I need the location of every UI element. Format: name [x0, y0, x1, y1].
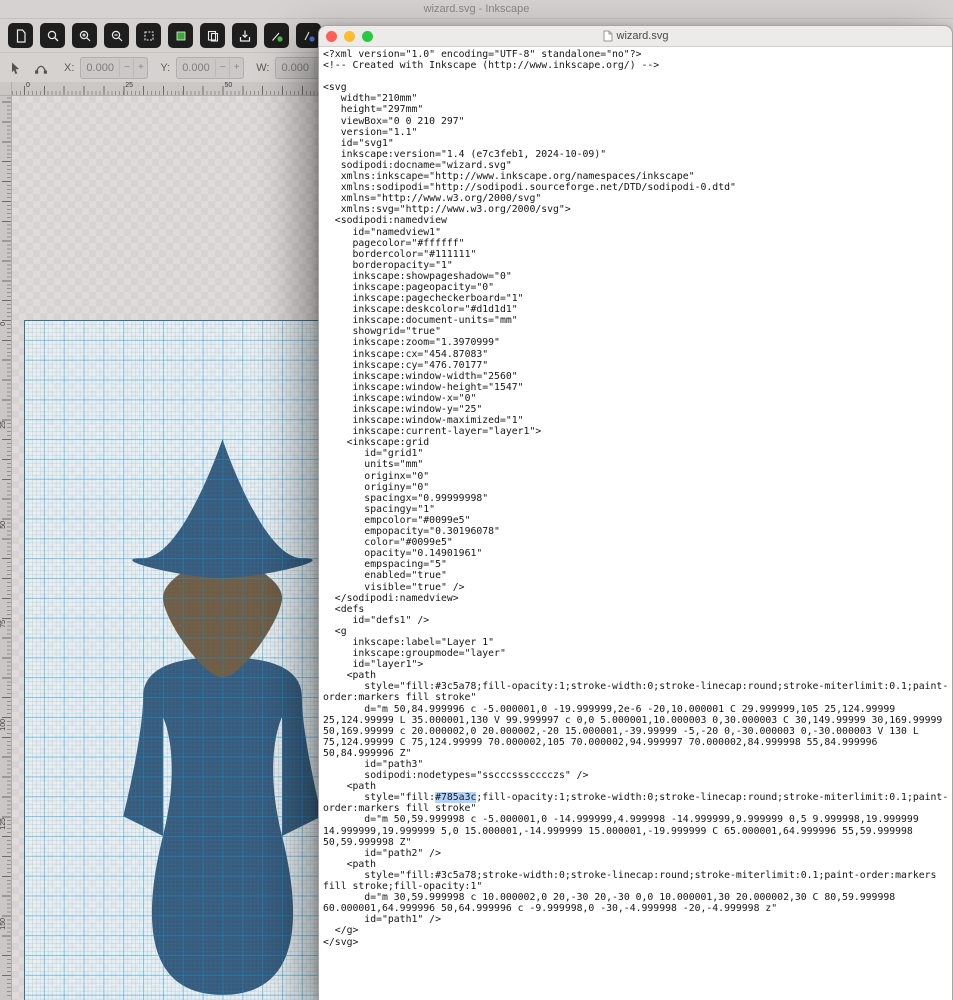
inkscape-window-title: wizard.svg - Inkscape [423, 3, 530, 15]
node-editor-icon[interactable] [32, 58, 52, 78]
wizard-robe[interactable] [123, 657, 322, 995]
new-document-icon[interactable] [8, 23, 33, 48]
editor-title-text: wizard.svg [616, 30, 669, 42]
minimize-button[interactable] [344, 30, 355, 42]
document-icon [603, 30, 613, 42]
paste-icon[interactable] [232, 23, 257, 48]
y-input[interactable]: 0.000 − + [176, 56, 245, 79]
x-decrement-button[interactable]: − [119, 58, 133, 77]
inkscape-window: wizard.svg - Inkscape X: 0.000 − + Y: 0.… [0, 0, 953, 1000]
crop-icon[interactable] [136, 23, 161, 48]
editor-body[interactable]: <?xml version="1.0" encoding="UTF-8" sta… [319, 47, 952, 1000]
snap-icon[interactable] [264, 23, 289, 48]
ruler-v-label: 50 [0, 520, 7, 529]
zoom-window-button[interactable] [362, 30, 373, 42]
x-input[interactable]: 0.000 − + [80, 56, 149, 79]
zoom-in-icon[interactable] [72, 23, 97, 48]
ruler-v-label: 100 [0, 719, 7, 731]
w-label: W: [256, 61, 270, 74]
ruler-h-label: 50 [224, 82, 233, 89]
zoom-out-icon[interactable] [104, 23, 129, 48]
ruler-h-label: 0 [26, 82, 30, 89]
w-value: 0.000 [281, 61, 309, 74]
duplicate-icon[interactable] [200, 23, 225, 48]
selector-cursor-icon[interactable] [6, 58, 26, 78]
wizard-hat[interactable] [132, 439, 313, 579]
text-editor-window: wizard.svg <?xml version="1.0" encoding=… [318, 25, 953, 1000]
ruler-v-label: 150 [0, 917, 7, 930]
close-button[interactable] [326, 30, 337, 42]
editor-text[interactable]: <?xml version="1.0" encoding="UTF-8" sta… [323, 49, 951, 948]
magnifier-icon[interactable] [40, 23, 65, 48]
ruler-v-label: 0 [0, 322, 7, 326]
editor-titlebar[interactable]: wizard.svg [319, 26, 952, 47]
y-label: Y: [160, 61, 171, 74]
editor-title: wizard.svg [319, 30, 952, 42]
ruler-v-label: 125 [0, 818, 7, 830]
x-increment-button[interactable]: + [133, 58, 147, 77]
color-swatch-icon[interactable] [168, 23, 193, 48]
ruler-corner [0, 82, 12, 96]
ruler-v-label: 75 [0, 619, 7, 628]
x-label: X: [64, 61, 75, 74]
y-value: 0.000 [182, 61, 210, 74]
x-value: 0.000 [86, 61, 114, 74]
ruler-v-label: 25 [0, 421, 7, 430]
y-decrement-button[interactable]: − [215, 58, 229, 77]
inkscape-titlebar[interactable]: wizard.svg - Inkscape [0, 0, 953, 19]
y-increment-button[interactable]: + [229, 58, 243, 77]
ruler-vertical[interactable]: 0 25 50 75 100 125 150 [0, 96, 12, 1000]
ruler-h-label: 25 [125, 82, 134, 89]
